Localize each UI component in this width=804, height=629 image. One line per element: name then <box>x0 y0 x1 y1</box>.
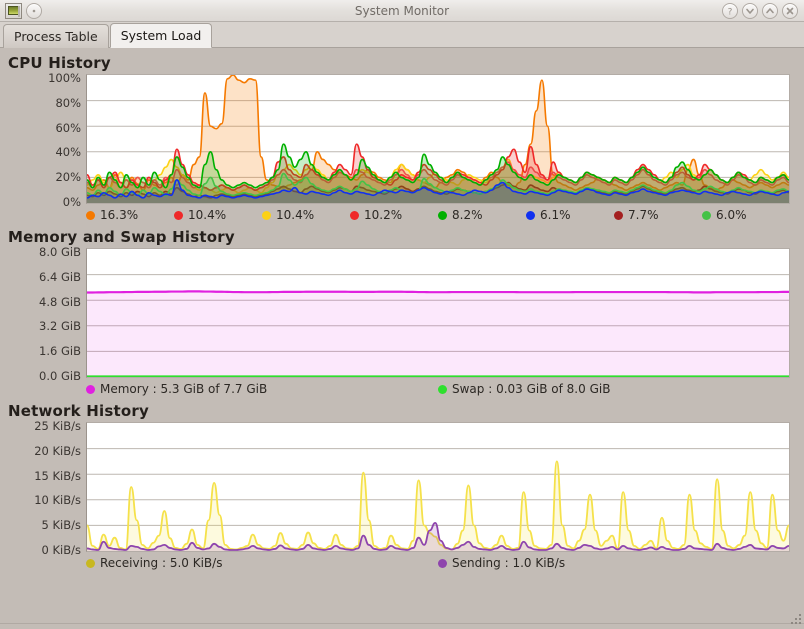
status-cpu: CPU: 20% <box>0 628 346 629</box>
cpu-ytick-0: 0% <box>63 195 81 209</box>
title-bar-right-buttons: ? <box>722 0 798 22</box>
sending-legend-label: Sending : 1.0 KiB/s <box>452 556 565 570</box>
sending-legend-dot <box>438 559 447 568</box>
cpu-legend-dot-3 <box>350 211 359 220</box>
swap-legend-dot <box>438 385 447 394</box>
network-history-chart <box>87 423 789 551</box>
cpu-legend-value-1: 10.4% <box>188 208 226 222</box>
cpu-legend-dot-0 <box>86 211 95 220</box>
cpu-legend-item-5: 6.1% <box>526 208 614 222</box>
memory-history-plot[interactable] <box>86 248 790 378</box>
memory-ytick-1_6: 1.6 GiB <box>39 344 81 358</box>
cpu-legend-value-5: 6.1% <box>540 208 571 222</box>
memory-ytick-4_8: 4.8 GiB <box>39 295 81 309</box>
network-history-title: Network History <box>0 396 804 422</box>
sending-legend-item: Sending : 1.0 KiB/s <box>438 556 790 570</box>
minimize-button[interactable] <box>742 3 758 19</box>
memory-legend-dot <box>86 385 95 394</box>
memory-ytick-6_4: 6.4 GiB <box>39 270 81 284</box>
memory-ytick-3_2: 3.2 GiB <box>39 319 81 333</box>
network-y-axis: 25 KiB/s 20 KiB/s 15 KiB/s 10 KiB/s 5 Ki… <box>0 422 86 552</box>
cpu-legend-value-0: 16.3% <box>100 208 138 222</box>
memory-history-title: Memory and Swap History <box>0 222 804 248</box>
memory-ytick-8: 8.0 GiB <box>39 245 81 259</box>
close-button[interactable] <box>782 3 798 19</box>
cpu-history-plot[interactable] <box>86 74 790 204</box>
memory-legend-item: Memory : 5.3 GiB of 7.7 GiB <box>86 382 438 396</box>
receiving-legend-dot <box>86 559 95 568</box>
system-load-panel: CPU History 100% 80% 60% 40% 20% 0% 16.3… <box>0 48 804 623</box>
network-ytick-5: 5 KiB/s <box>42 518 81 532</box>
cpu-history-graph-row: 100% 80% 60% 40% 20% 0% <box>0 74 804 204</box>
network-ytick-0: 0 KiB/s <box>42 543 81 557</box>
cpu-ytick-80: 80% <box>55 96 81 110</box>
cpu-history-chart <box>87 75 789 203</box>
receiving-legend-item: Receiving : 5.0 KiB/s <box>86 556 438 570</box>
network-ytick-10: 10 KiB/s <box>34 493 81 507</box>
network-legend: Receiving : 5.0 KiB/s Sending : 1.0 KiB/… <box>0 552 804 570</box>
cpu-legend-item-3: 10.2% <box>350 208 438 222</box>
tab-system-load[interactable]: System Load <box>110 23 213 48</box>
cpu-legend-item-7: 6.0% <box>702 208 790 222</box>
cpu-legend-dot-1 <box>174 211 183 220</box>
resize-grip[interactable] <box>789 612 803 626</box>
tab-bar: Process Table System Load <box>0 22 804 48</box>
cpu-ytick-100: 100% <box>48 71 81 85</box>
cpu-ytick-40: 40% <box>55 145 81 159</box>
memory-ytick-0: 0.0 GiB <box>39 369 81 383</box>
svg-text:?: ? <box>728 8 733 18</box>
memory-legend-label: Memory : 5.3 GiB of 7.7 GiB <box>100 382 267 396</box>
network-history-graph-row: 25 KiB/s 20 KiB/s 15 KiB/s 10 KiB/s 5 Ki… <box>0 422 804 552</box>
cpu-legend: 16.3% 10.4% 10.4% 10.2% 8.2% 6.1% 7.7% 6… <box>0 204 804 222</box>
cpu-legend-dot-7 <box>702 211 711 220</box>
swap-legend-item: Swap : 0.03 GiB of 8.0 GiB <box>438 382 790 396</box>
memory-history-chart <box>87 249 789 377</box>
cpu-history-title: CPU History <box>0 48 804 74</box>
cpu-legend-item-1: 10.4% <box>174 208 262 222</box>
help-button[interactable]: ? <box>722 3 738 19</box>
network-ytick-25: 25 KiB/s <box>34 419 81 433</box>
cpu-legend-value-2: 10.4% <box>276 208 314 222</box>
cpu-legend-item-0: 16.3% <box>86 208 174 222</box>
memory-legend: Memory : 5.3 GiB of 7.7 GiB Swap : 0.03 … <box>0 378 804 396</box>
cpu-legend-value-3: 10.2% <box>364 208 402 222</box>
network-ytick-20: 20 KiB/s <box>34 444 81 458</box>
title-bar: System Monitor ? <box>0 0 804 22</box>
receiving-legend-label: Receiving : 5.0 KiB/s <box>100 556 222 570</box>
window-title: System Monitor <box>0 0 804 22</box>
cpu-legend-dot-2 <box>262 211 271 220</box>
swap-legend-label: Swap : 0.03 GiB of 8.0 GiB <box>452 382 610 396</box>
status-swap: Swap: 33.2 MiB / 8.0 GiB <box>571 628 804 629</box>
status-memory: Memory: 5.3 GiB / 7.7 GiB <box>346 628 571 629</box>
maximize-button[interactable] <box>762 3 778 19</box>
cpu-y-axis: 100% 80% 60% 40% 20% 0% <box>0 74 86 204</box>
cpu-ytick-60: 60% <box>55 121 81 135</box>
cpu-legend-dot-5 <box>526 211 535 220</box>
network-history-plot[interactable] <box>86 422 790 552</box>
cpu-legend-item-4: 8.2% <box>438 208 526 222</box>
cpu-ytick-20: 20% <box>55 170 81 184</box>
status-bar: CPU: 20% Memory: 5.3 GiB / 7.7 GiB Swap:… <box>0 623 804 629</box>
cpu-legend-value-7: 6.0% <box>716 208 747 222</box>
tab-process-table[interactable]: Process Table <box>3 24 109 48</box>
memory-history-graph-row: 8.0 GiB 6.4 GiB 4.8 GiB 3.2 GiB 1.6 GiB … <box>0 248 804 378</box>
cpu-legend-value-6: 7.7% <box>628 208 659 222</box>
cpu-legend-value-4: 8.2% <box>452 208 483 222</box>
memory-y-axis: 8.0 GiB 6.4 GiB 4.8 GiB 3.2 GiB 1.6 GiB … <box>0 248 86 378</box>
cpu-legend-dot-6 <box>614 211 623 220</box>
cpu-legend-dot-4 <box>438 211 447 220</box>
cpu-legend-item-2: 10.4% <box>262 208 350 222</box>
network-ytick-15: 15 KiB/s <box>34 469 81 483</box>
cpu-legend-item-6: 7.7% <box>614 208 702 222</box>
